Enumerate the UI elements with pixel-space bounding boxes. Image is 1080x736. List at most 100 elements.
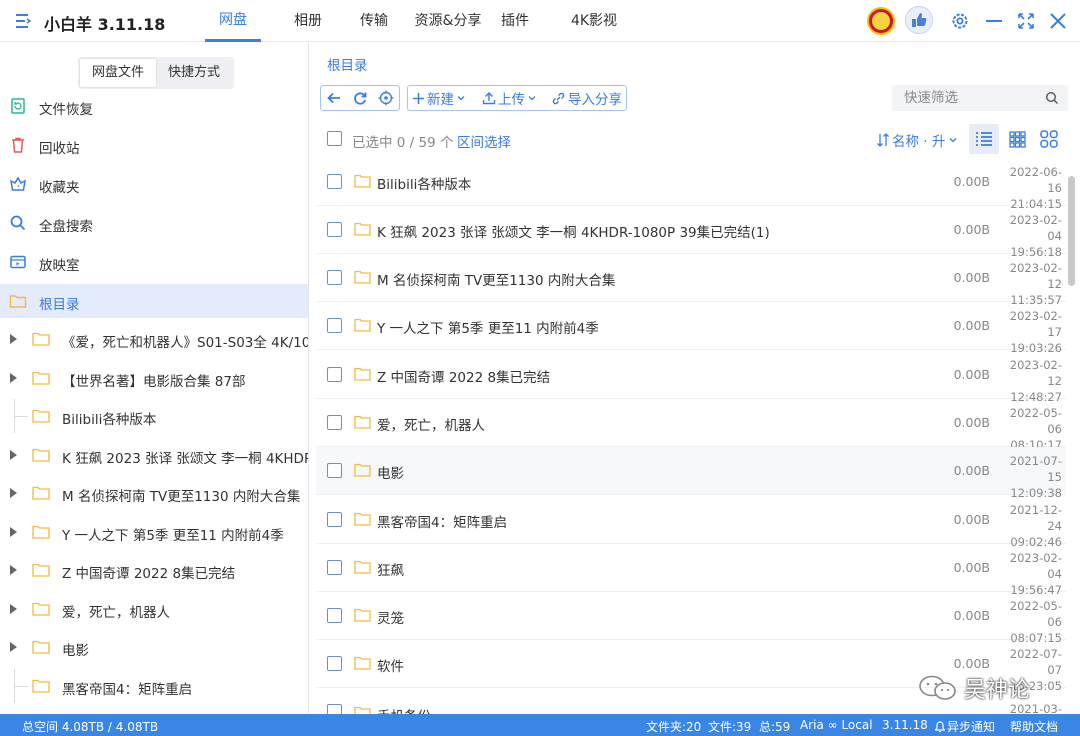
file-row[interactable]: Bilibili各种版本 0.00B 2022-06-16 21:04:15 — [316, 158, 1066, 211]
large-grid-view-button[interactable] — [1034, 124, 1064, 154]
refresh-button[interactable] — [347, 86, 373, 110]
tree-item[interactable]: 黑客帝国4：矩阵重启 — [0, 669, 308, 703]
tab-plugins[interactable]: 插件 — [493, 0, 537, 42]
async-notify-label: 异步通知 — [947, 720, 996, 734]
tab-netdisk[interactable]: 网盘 — [205, 0, 261, 42]
aria-status[interactable]: Aria ∞ Local — [800, 718, 873, 732]
file-row[interactable]: 黑客帝国4：矩阵重启 0.00B 2021-12-24 09:02:46 — [316, 496, 1066, 549]
file-row[interactable]: Z 中国奇谭 2022 8集已完结 0.00B 2023-02-12 12:48:… — [316, 351, 1066, 404]
row-checkbox[interactable] — [327, 367, 342, 382]
file-name[interactable]: 狂飙 — [377, 559, 404, 579]
expand-arrow-icon[interactable] — [10, 450, 17, 460]
help-docs-link[interactable]: 帮助文档 — [1010, 718, 1058, 735]
file-name[interactable]: M 名侦探柯南 TV更至1130 内附大合集 — [377, 269, 615, 289]
search-icon[interactable] — [1045, 91, 1059, 105]
upload-icon — [482, 92, 496, 105]
row-checkbox[interactable] — [327, 704, 342, 714]
expand-arrow-icon[interactable] — [10, 604, 17, 614]
tree-item[interactable]: K 狂飙 2023 张译 张颂文 李一桐 4KHDR- — [0, 438, 308, 472]
menu-icon[interactable] — [13, 11, 33, 31]
minimize-icon[interactable] — [983, 10, 1005, 32]
file-date: 2023-02-17 — [1009, 309, 1062, 339]
file-row[interactable]: 爱，死亡，机器人 0.00B 2022-05-06 08:10:17 — [316, 399, 1066, 452]
async-notify-button[interactable]: 异步通知 — [935, 718, 995, 735]
file-name[interactable]: 电影 — [377, 462, 404, 482]
tree-item[interactable]: Y 一人之下 第5季 更至11 内附前4季 — [0, 515, 308, 549]
row-checkbox[interactable] — [327, 560, 342, 575]
tab-resources[interactable]: 资源&分享 — [403, 0, 493, 42]
sidebar-item-full-search[interactable]: 全盘搜索 — [0, 206, 308, 240]
row-checkbox[interactable] — [327, 415, 342, 430]
sidebar-item-favorites[interactable]: 收藏夹 — [0, 167, 308, 201]
file-row[interactable]: 灵笼 0.00B 2022-05-06 08:07:15 — [316, 592, 1066, 645]
row-checkbox[interactable] — [327, 318, 342, 333]
tree-item-label: K 狂飙 2023 张译 张颂文 李一桐 4KHDR- — [62, 451, 309, 467]
expand-arrow-icon[interactable] — [10, 373, 17, 383]
file-row[interactable]: 电影 0.00B 2021-07-15 12:09:38 — [316, 447, 1066, 500]
locate-button[interactable] — [373, 86, 399, 110]
file-size: 0.00B — [953, 512, 990, 527]
tree-item[interactable]: Z 中国奇谭 2022 8集已完结 — [0, 553, 308, 587]
tab-4k-video[interactable]: 4K影视 — [559, 0, 629, 42]
tab-transfer[interactable]: 传输 — [349, 0, 399, 42]
file-name[interactable]: 手机备份 — [377, 705, 431, 714]
file-row[interactable]: K 狂飙 2023 张译 张颂文 李一桐 4KHDR-1080P 39集已完结(… — [316, 206, 1066, 259]
file-name[interactable]: 爱，死亡，机器人 — [377, 414, 485, 434]
file-row[interactable]: 狂飙 0.00B 2023-02-04 19:56:47 — [316, 544, 1066, 597]
breadcrumb[interactable]: 根目录 — [327, 54, 368, 74]
sidebar-item-theater[interactable]: 放映室 — [0, 245, 308, 279]
tab-shortcuts[interactable]: 快捷方式 — [156, 59, 232, 87]
select-all-checkbox[interactable] — [327, 131, 342, 146]
file-name[interactable]: 灵笼 — [377, 607, 404, 627]
settings-gear-icon[interactable] — [949, 10, 971, 32]
new-button[interactable]: 新建 — [408, 86, 472, 110]
list-view-button[interactable] — [969, 124, 999, 154]
row-checkbox[interactable] — [327, 656, 342, 671]
tree-item[interactable]: Bilibili各种版本 — [0, 399, 308, 433]
sort-button[interactable]: 名称 · 升 — [876, 130, 958, 150]
tab-album[interactable]: 相册 — [271, 0, 345, 42]
back-button[interactable] — [321, 86, 347, 110]
maximize-icon[interactable] — [1015, 10, 1037, 32]
file-name[interactable]: Y 一人之下 第5季 更至11 内附前4季 — [377, 317, 599, 337]
expand-arrow-icon[interactable] — [10, 488, 17, 498]
import-share-button[interactable]: 导入分享 — [547, 86, 626, 110]
row-checkbox[interactable] — [327, 608, 342, 623]
list-scrollbar[interactable] — [1068, 176, 1075, 286]
folder-icon — [354, 415, 371, 429]
grid-view-button[interactable] — [1002, 124, 1032, 154]
file-name[interactable]: Bilibili各种版本 — [377, 173, 471, 193]
file-name[interactable]: 软件 — [377, 655, 404, 675]
row-checkbox[interactable] — [327, 463, 342, 478]
tree-item[interactable]: 《爱，死亡和机器人》S01-S03全 4K/1080 — [0, 322, 308, 356]
avatar[interactable] — [867, 7, 895, 35]
file-row[interactable]: M 名侦探柯南 TV更至1130 内附大合集 0.00B 2023-02-12 1… — [316, 254, 1066, 307]
upload-button[interactable]: 上传 — [478, 86, 543, 110]
thumbs-up-avatar[interactable] — [905, 6, 933, 34]
expand-arrow-icon[interactable] — [10, 642, 17, 652]
sidebar-item-file-restore[interactable]: 文件恢复 — [0, 89, 308, 123]
row-checkbox[interactable] — [327, 270, 342, 285]
file-name[interactable]: 黑客帝国4：矩阵重启 — [377, 511, 507, 531]
file-row[interactable]: Y 一人之下 第5季 更至11 内附前4季 0.00B 2023-02-17 19… — [316, 302, 1066, 355]
tab-netdisk-files[interactable]: 网盘文件 — [80, 59, 156, 87]
tree-item[interactable]: M 名侦探柯南 TV更至1130 内附大合集 — [0, 476, 308, 510]
expand-arrow-icon[interactable] — [10, 565, 17, 575]
file-modified: 2021-07-15 12:09:38 — [998, 453, 1062, 501]
row-checkbox[interactable] — [327, 222, 342, 237]
file-name[interactable]: Z 中国奇谭 2022 8集已完结 — [377, 366, 550, 386]
expand-arrow-icon[interactable] — [10, 334, 17, 344]
folder-icon — [354, 270, 371, 284]
range-select-link[interactable]: 区间选择 — [457, 131, 511, 151]
row-checkbox[interactable] — [327, 512, 342, 527]
sidebar-item-root[interactable]: 根目录 — [0, 284, 308, 318]
quick-filter-input[interactable] — [904, 88, 1034, 108]
tree-item[interactable]: 电影 — [0, 630, 308, 664]
tree-item[interactable]: 爱，死亡，机器人 — [0, 592, 308, 626]
expand-arrow-icon[interactable] — [10, 527, 17, 537]
close-icon[interactable] — [1047, 10, 1069, 32]
sidebar-item-recycle-bin[interactable]: 回收站 — [0, 128, 308, 162]
tree-item[interactable]: 【世界名著】电影版合集 87部 — [0, 361, 308, 395]
row-checkbox[interactable] — [327, 174, 342, 189]
file-name[interactable]: K 狂飙 2023 张译 张颂文 李一桐 4KHDR-1080P 39集已完结(… — [377, 221, 770, 241]
